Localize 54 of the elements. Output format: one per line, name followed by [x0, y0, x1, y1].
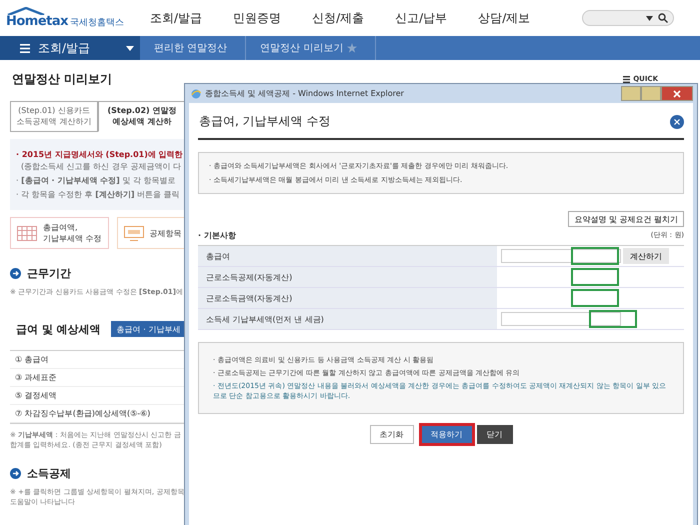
close-button[interactable] — [670, 114, 684, 128]
nav-menu-item[interactable]: 상담/제보 — [478, 10, 530, 26]
logo-text[interactable]: Hometax — [6, 15, 68, 29]
edit-salary-button[interactable]: 총급여 · 기납부세 — [110, 321, 186, 337]
step-tab[interactable]: (Step.01) 신용카드 소득공제액 계산하기 — [10, 101, 98, 132]
caret-icon — [646, 16, 653, 20]
notice-text: · [총급여 · 기납부세액 수정] 및 각 항목별로 — [16, 175, 176, 186]
arrow-circle-icon — [10, 468, 21, 479]
calculate-button[interactable]: 계산하기 — [623, 248, 669, 264]
input-field[interactable] — [501, 312, 621, 326]
nav-menu-item[interactable]: 신고/납부 — [395, 10, 448, 26]
section-title: 급여 및 예상세액 — [16, 322, 101, 336]
monitor-icon — [124, 226, 144, 240]
menu-label: 조회/발급 — [38, 40, 92, 56]
breadcrumb-link[interactable]: 연말정산 미리보기 — [260, 41, 344, 55]
house-roof-icon — [6, 7, 46, 15]
close-icon — [673, 90, 681, 98]
search-field[interactable] — [582, 10, 674, 26]
action-button[interactable]: 총급여액, 기납부세액 수정 — [10, 217, 109, 249]
menu-icon — [623, 76, 630, 82]
nav-menu-item[interactable]: 민원증명 — [233, 10, 282, 26]
table-header-cell: 근로소득공제(자동계산) — [198, 267, 497, 287]
table-header-cell: 총급여 — [198, 246, 497, 266]
dialog-button[interactable]: 초기화 — [370, 425, 414, 444]
table-header-cell: 소득세 기납부세액(먼저 낸 세금) — [198, 309, 497, 329]
close-icon — [674, 118, 680, 124]
browser-icon — [191, 88, 201, 98]
window-title: 종합소득세 및 세액공제 - Windows Internet Explorer — [205, 88, 404, 99]
calendar-icon — [17, 226, 37, 240]
nav-menu-item[interactable]: 신청/제출 — [312, 10, 364, 26]
section-title: 근무기간 — [27, 266, 71, 281]
table-header-cell: 근로소득금액(자동계산) — [198, 288, 497, 308]
notice-text: · 각 항목을 수정한 후 [계산하기] 버튼을 클릭 — [16, 189, 181, 200]
notice-text: · 2015년 지급명세서와 (Step.01)에 입력한 — [16, 149, 184, 160]
nav-menu-item[interactable]: 조회/발급 — [150, 10, 202, 26]
arrow-circle-icon — [10, 268, 21, 279]
section-label: · 기본사항 — [198, 230, 236, 241]
section-title: 소득공제 — [27, 466, 71, 481]
notice-text: (종합소득세 신고를 하신 경우 공제금액이 다 — [20, 161, 182, 172]
dialog-button[interactable]: 닫기 — [476, 425, 512, 444]
step-tab[interactable]: (Step.02) 연말정 예상세액 계산하 — [98, 101, 186, 132]
search-icon — [658, 13, 668, 23]
dialog-button[interactable]: 적용하기 — [418, 423, 474, 446]
star-icon — [347, 43, 358, 53]
input-field[interactable] — [501, 249, 621, 263]
close-button[interactable] — [661, 86, 693, 101]
dialog-title: 총급여, 기납부세액 수정 — [198, 113, 330, 130]
menu-icon — [20, 44, 30, 52]
expand-button[interactable]: 요약설명 및 공제요건 펼치기 — [568, 211, 684, 227]
menu-dropdown[interactable]: 조회/발급 — [0, 36, 140, 60]
page-title: 연말정산 미리보기 — [12, 70, 112, 88]
breadcrumb-link[interactable]: 편리한 연말정산 — [154, 41, 228, 55]
logo-subtitle: 국세청홈택스 — [70, 17, 124, 29]
caret-icon — [126, 46, 134, 50]
